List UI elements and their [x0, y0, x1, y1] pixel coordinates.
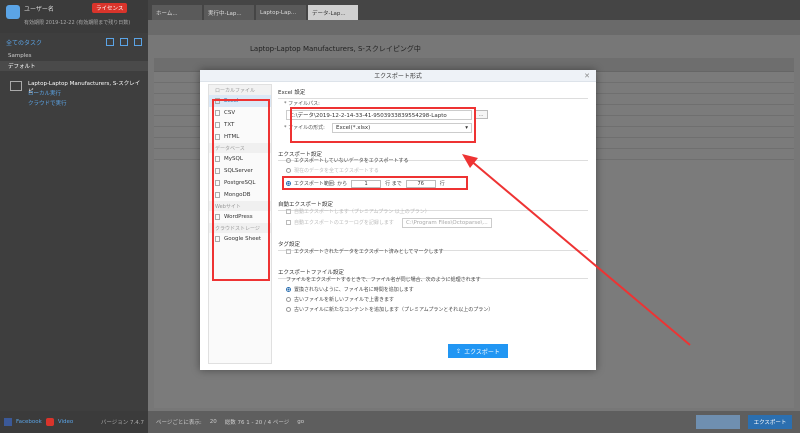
go-button[interactable]: go: [297, 419, 304, 425]
new-folder-icon[interactable]: [106, 38, 114, 46]
page-title: Laptop-Laptop Manufacturers, S-スクレイピング中: [250, 45, 421, 53]
facebook-icon[interactable]: [4, 418, 12, 426]
local-file-title: ローカルファイル: [209, 85, 271, 95]
radio-selected-icon: [286, 287, 291, 292]
license-badge[interactable]: ライセンス: [92, 3, 128, 13]
file-opt-append-label: 古いファイルに新たなコンテントを追加します（プレミアムプランとそれ以上のプラン）: [294, 307, 494, 313]
folder-default[interactable]: デフォルト: [0, 61, 148, 71]
tab-bar: ホーム... 実行中-Lap... Laptop-Lap... データ-Lap.…: [148, 0, 800, 20]
auto-error-log-label: 自動エクスポートのエラーログを記録します: [294, 220, 394, 226]
auto-export-label: 自動エクスポートします（プレミアムプラン 以上のプラン）: [294, 209, 430, 215]
folder-samples-label: Samples: [8, 53, 32, 59]
task-status[interactable]: ローカル実行: [28, 89, 61, 97]
file-opt-append[interactable]: 古いファイルに新たなコンテントを追加します（プレミアムプランとそれ以上のプラン）: [286, 305, 493, 314]
secondary-button[interactable]: [696, 415, 740, 429]
add-task-icon[interactable]: [120, 38, 128, 46]
export-dialog: エクスポート形式 ✕ ローカルファイル Excel CSV TXT HTML デ…: [200, 70, 596, 370]
checkbox-icon: [286, 249, 291, 254]
toolbar: [148, 20, 800, 35]
auto-export-option[interactable]: 自動エクスポートします（プレミアムプラン 以上のプラン）: [286, 207, 430, 216]
per-page-label: ページごとに表示:: [156, 420, 202, 426]
tab-home[interactable]: ホーム...: [152, 5, 202, 20]
radio-icon: [286, 168, 291, 173]
highlight-box: [290, 107, 476, 143]
task-icon: [10, 81, 22, 91]
highlight-box: [282, 176, 468, 190]
tab-data[interactable]: データ-Lap...: [308, 5, 358, 20]
file-opt-overwrite-label: 古いファイルを新しいファイルで上書きます: [294, 297, 395, 303]
tasks-header-label: 全てのタスク: [6, 39, 43, 47]
folder-default-label: デフォルト: [8, 64, 36, 70]
facebook-link[interactable]: Facebook: [16, 419, 42, 425]
tag-option[interactable]: エクスポートされたデータをエクスポート済みとしてマークします: [286, 247, 444, 256]
auto-error-log-option[interactable]: 自動エクスポートのエラーログを記録します: [286, 218, 394, 227]
checkbox-icon: [286, 220, 291, 225]
user-name[interactable]: ユーザー名: [24, 4, 54, 13]
close-icon[interactable]: ✕: [584, 72, 590, 80]
opt-unexported[interactable]: エクスポートしていないデータをエクスポートする: [286, 156, 409, 165]
video-link[interactable]: Video: [58, 419, 73, 425]
export-button-label: エクスポート: [464, 348, 500, 356]
browse-button[interactable]: ...: [474, 110, 488, 119]
version-label: バージョン 7.4.7: [100, 420, 144, 426]
license-info: 有効期限 2019-12-22 (有効期限まで残り日数): [24, 20, 131, 26]
dialog-title: エクスポート形式: [374, 73, 422, 80]
opt-all-label: 現在のデータを全てエクスポートする: [294, 168, 379, 174]
file-opt-timestamp[interactable]: 置換されないように、ファイル名に時間を追加します: [286, 285, 414, 294]
video-icon[interactable]: [45, 418, 54, 426]
sidebar: ユーザー名 ライセンス 有効期限 2019-12-22 (有効期限まで残り日数)…: [0, 0, 148, 433]
tab-task-label: Laptop-Lap...: [260, 9, 297, 16]
file-opt-overwrite[interactable]: 古いファイルを新しいファイルで上書きます: [286, 295, 394, 304]
export-button[interactable]: ⇪ エクスポート: [448, 344, 508, 358]
per-page-select[interactable]: 20: [210, 419, 217, 425]
tab-running-label: 実行中-Lap...: [208, 10, 242, 17]
total-count: 総数 76 1 - 20 / 4 ページ: [224, 420, 290, 426]
task-item[interactable]: Laptop-Laptop Manufacturers, S-スクレイピ... …: [0, 71, 148, 111]
file-desc: ファイルをエクスポートするときで、ファイル名が同じ場合、次のように処理されます: [286, 277, 481, 283]
export-icon: ⇪: [456, 347, 462, 355]
tag-option-label: エクスポートされたデータをエクスポート済みとしてマークします: [294, 249, 444, 255]
tab-task[interactable]: Laptop-Lap...: [256, 5, 306, 20]
task-cloud-link[interactable]: クラウドで実行: [28, 99, 67, 107]
checkbox-icon: [286, 209, 291, 214]
tab-home-label: ホーム...: [156, 10, 178, 17]
account-bar: ユーザー名 ライセンス 有効期限 2019-12-22 (有効期限まで残り日数): [0, 0, 148, 33]
excel-settings-title: Excel 設定: [278, 88, 588, 99]
tasks-header: 全てのタスク: [0, 33, 148, 51]
dialog-titlebar: エクスポート形式 ✕: [200, 70, 596, 82]
footer-export-button[interactable]: エクスポート: [748, 415, 792, 429]
auto-path-input[interactable]: C:\Program Files\Octoparse\...: [402, 218, 492, 228]
list-view-icon[interactable]: [134, 38, 142, 46]
radio-icon: [286, 297, 291, 302]
settings-panel: Excel 設定 * ファイルパス: C:\データ\2019-12-2-14-3…: [278, 84, 588, 354]
opt-all[interactable]: 現在のデータを全てエクスポートする: [286, 166, 379, 175]
folder-samples[interactable]: Samples: [0, 51, 148, 61]
radio-icon: [286, 158, 291, 163]
radio-icon: [286, 307, 291, 312]
format-list: ローカルファイル Excel CSV TXT HTML データベース MySQL…: [208, 84, 272, 364]
sidebar-footer: Facebook Video バージョン 7.4.7: [0, 411, 148, 433]
highlight-box: [212, 99, 270, 281]
app-logo-icon: [6, 5, 20, 19]
tab-running[interactable]: 実行中-Lap...: [204, 5, 254, 20]
tab-data-label: データ-Lap...: [312, 10, 346, 17]
sidebar-empty-area: [0, 111, 148, 411]
opt-unexported-label: エクスポートしていないデータをエクスポートする: [294, 158, 409, 164]
file-path-label: * ファイルパス:: [284, 101, 320, 107]
file-opt-timestamp-label: 置換されないように、ファイル名に時間を追加します: [294, 287, 414, 293]
pagination-footer: ページごとに表示: 20 総数 76 1 - 20 / 4 ページ go エクス…: [148, 411, 800, 433]
